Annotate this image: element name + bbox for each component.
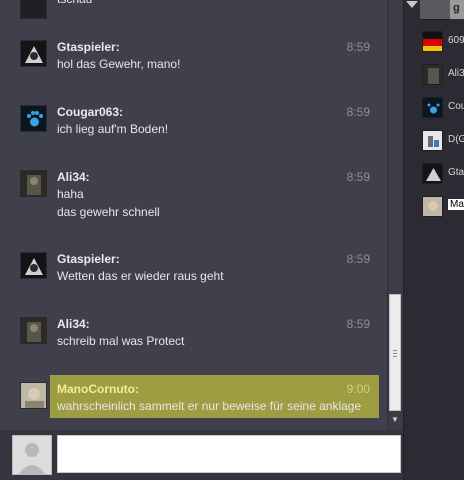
member-avatar — [422, 64, 443, 85]
member-avatar — [422, 163, 443, 184]
member-name: Ali3 — [448, 68, 464, 79]
user-avatar[interactable] — [20, 252, 47, 279]
member-item[interactable]: Cou — [422, 97, 464, 121]
message-time: 9:00 — [346, 382, 370, 396]
sidebar-top-avatar[interactable] — [420, 0, 450, 20]
member-item-selected[interactable]: Man — [422, 196, 464, 220]
member-item[interactable]: 609 — [422, 31, 464, 55]
member-name: Gtas — [448, 167, 464, 178]
message-time: 8:59 — [346, 317, 370, 331]
own-avatar-placeholder — [12, 435, 52, 475]
member-name: Cou — [448, 101, 464, 112]
user-avatar[interactable] — [20, 0, 47, 19]
collapse-arrow-icon[interactable] — [406, 1, 418, 8]
message-text: tschau — [57, 0, 92, 6]
member-avatar — [422, 130, 443, 151]
member-avatar — [422, 196, 443, 217]
message-text: schreib mal was Protect — [57, 334, 185, 348]
message-author[interactable]: Ali34: — [57, 317, 90, 331]
scroll-down-arrow-icon[interactable]: ▼ — [390, 414, 400, 426]
member-item[interactable]: Ali3 — [422, 64, 464, 88]
message-author[interactable]: Gtaspieler: — [57, 252, 120, 266]
top-badge-text: g — [453, 2, 460, 14]
member-avatar — [422, 97, 443, 118]
message-text: ich lieg auf'm Boden! — [57, 122, 169, 136]
member-name: 609 — [448, 35, 464, 46]
message-text: wahrscheinlich sammelt er nur beweise fü… — [57, 399, 362, 413]
message-text: haha — [57, 187, 84, 201]
message-text: hol das Gewehr, mano! — [57, 57, 181, 71]
message-author[interactable]: Gtaspieler: — [57, 40, 120, 54]
message-time: 8:59 — [346, 170, 370, 184]
chat-log: tschau Gtaspieler: 8:59 hol das Gewehr, … — [0, 0, 387, 430]
user-avatar[interactable] — [20, 105, 47, 132]
message-time: 8:59 — [346, 252, 370, 266]
user-avatar[interactable] — [20, 382, 47, 409]
message-author[interactable]: Cougar063: — [57, 105, 123, 119]
sidebar-top-badge[interactable]: g — [450, 0, 464, 19]
message-time: 8:59 — [346, 40, 370, 54]
user-avatar[interactable] — [20, 317, 47, 344]
member-name: Man — [448, 199, 464, 210]
compose-area — [0, 430, 403, 480]
scrollbar-thumb[interactable] — [389, 294, 401, 411]
member-item[interactable]: D(G — [422, 130, 464, 154]
message-input[interactable] — [57, 435, 401, 473]
member-name: D(G — [448, 134, 464, 145]
member-list: g 609 Ali3 Cou D(G Gtas Man — [403, 0, 464, 480]
member-item[interactable]: Gtas — [422, 163, 464, 187]
message-text: das gewehr schnell — [57, 205, 160, 219]
flag-icon — [422, 31, 443, 52]
user-avatar[interactable] — [20, 40, 47, 67]
message-text: Wetten das er wieder raus geht — [57, 269, 224, 283]
message-author[interactable]: ManoCornuto: — [57, 382, 139, 396]
user-avatar[interactable] — [20, 170, 47, 197]
message-time: 8:59 — [346, 105, 370, 119]
message-author[interactable]: Ali34: — [57, 170, 90, 184]
